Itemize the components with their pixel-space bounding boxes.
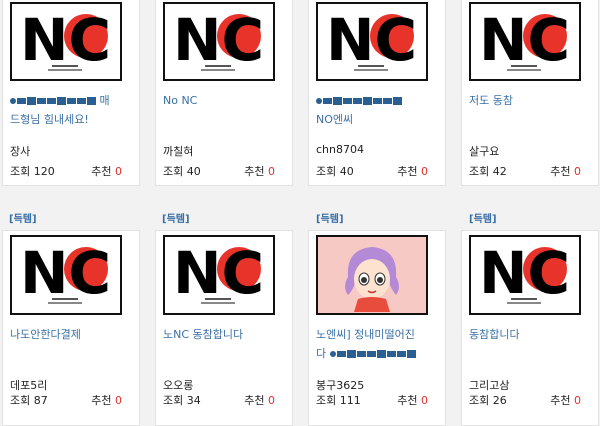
post-title[interactable]: 노NC 동참합니다 [163,325,289,344]
svg-text:NC: NC [479,239,570,307]
view-count: 조회 111 [316,394,361,407]
recommend-count: 추천 0 [397,394,428,407]
svg-text:NC: NC [20,6,111,74]
post-thumbnail[interactable]: NC [469,2,581,81]
svg-text:NC: NC [20,239,111,307]
recommend-count: 추천 0 [91,394,122,407]
anime-girl-icon [318,237,426,312]
recommend-count: 추천 0 [244,394,275,407]
svg-text:NC: NC [479,6,570,74]
svg-text:NC: NC [173,6,264,74]
post-author[interactable]: 데포5리 [10,377,47,393]
post-card[interactable]: NC 동참합니다 그리고삼 조회 26 추천 0 [461,230,599,426]
view-count: 조회 34 [163,394,201,407]
category-tag[interactable]: [득템] [469,210,497,225]
post-card[interactable]: NC 저도 동참 살구요 조회 42 추천 0 [461,0,599,186]
no-nc-logo-icon: NC [20,239,111,307]
post-title[interactable]: 저도 동참 [469,91,595,110]
post-thumbnail[interactable]: NC [163,235,275,315]
view-count: 조회 26 [469,394,507,407]
post-author[interactable]: 까칠혀 [163,143,193,159]
no-nc-logo-icon: NC [326,6,417,74]
category-tag[interactable]: [득템] [162,210,190,225]
svg-text:NC: NC [326,6,417,74]
svg-text:NC: NC [173,239,264,307]
recommend-count: 추천 0 [91,165,122,178]
recommend-count: 추천 0 [550,394,581,407]
post-thumbnail[interactable]: NC [10,235,122,315]
post-thumbnail[interactable]: NC [316,2,428,81]
view-count: 조회 40 [163,165,201,178]
post-title[interactable]: No NC [163,91,289,110]
view-count: 조회 87 [10,394,48,407]
no-nc-logo-icon: NC [20,6,111,74]
post-author[interactable]: chn8704 [316,143,364,156]
post-thumbnail[interactable]: NC [163,2,275,81]
post-title[interactable]: NO엔씨 [316,91,442,129]
post-card[interactable]: NC 나도안한다결제 데포5리 조회 87 추천 0 [2,230,140,426]
post-thumbnail[interactable]: NC [10,2,122,81]
recommend-count: 추천 0 [550,165,581,178]
post-card[interactable]: NC NO엔씨 chn8704 조회 40 추천 0 [308,0,446,186]
post-card[interactable]: 노엔씨] 정내미떨어진 다 봉구3625 조회 111 추천 0 [308,230,446,426]
post-card[interactable]: NC No NC 까칠혀 조회 40 추천 0 [155,0,293,186]
post-author[interactable]: 오오롱 [163,377,193,393]
view-count: 조회 40 [316,165,354,178]
post-title[interactable]: 나도안한다결제 [10,325,136,344]
post-title[interactable]: 매 드형님 힘내세요! [10,91,136,129]
no-nc-logo-icon: NC [173,6,264,74]
post-author[interactable]: 살구요 [469,143,499,159]
post-title[interactable]: 동참합니다 [469,325,595,344]
post-author[interactable]: 장사 [10,143,30,159]
post-thumbnail[interactable]: NC [469,235,581,315]
no-nc-logo-icon: NC [479,239,570,307]
recommend-count: 추천 0 [397,165,428,178]
view-count: 조회 120 [10,165,55,178]
post-author[interactable]: 봉구3625 [316,377,364,393]
post-title[interactable]: 노엔씨] 정내미떨어진 다 [316,325,442,363]
view-count: 조회 42 [469,165,507,178]
masked-text [329,350,416,358]
recommend-count: 추천 0 [244,165,275,178]
masked-text [10,97,96,105]
post-thumbnail[interactable] [316,235,428,315]
post-author[interactable]: 그리고삼 [469,377,509,393]
category-tag[interactable]: [득템] [9,210,37,225]
masked-text [316,97,402,105]
post-card[interactable]: NC 노NC 동참합니다 오오롱 조회 34 추천 0 [155,230,293,426]
post-card[interactable]: NC 매 드형님 힘내세요! 장사 조회 120 추천 0 [2,0,140,186]
category-tag[interactable]: [득템] [316,210,344,225]
no-nc-logo-icon: NC [173,239,264,307]
no-nc-logo-icon: NC [479,6,570,74]
